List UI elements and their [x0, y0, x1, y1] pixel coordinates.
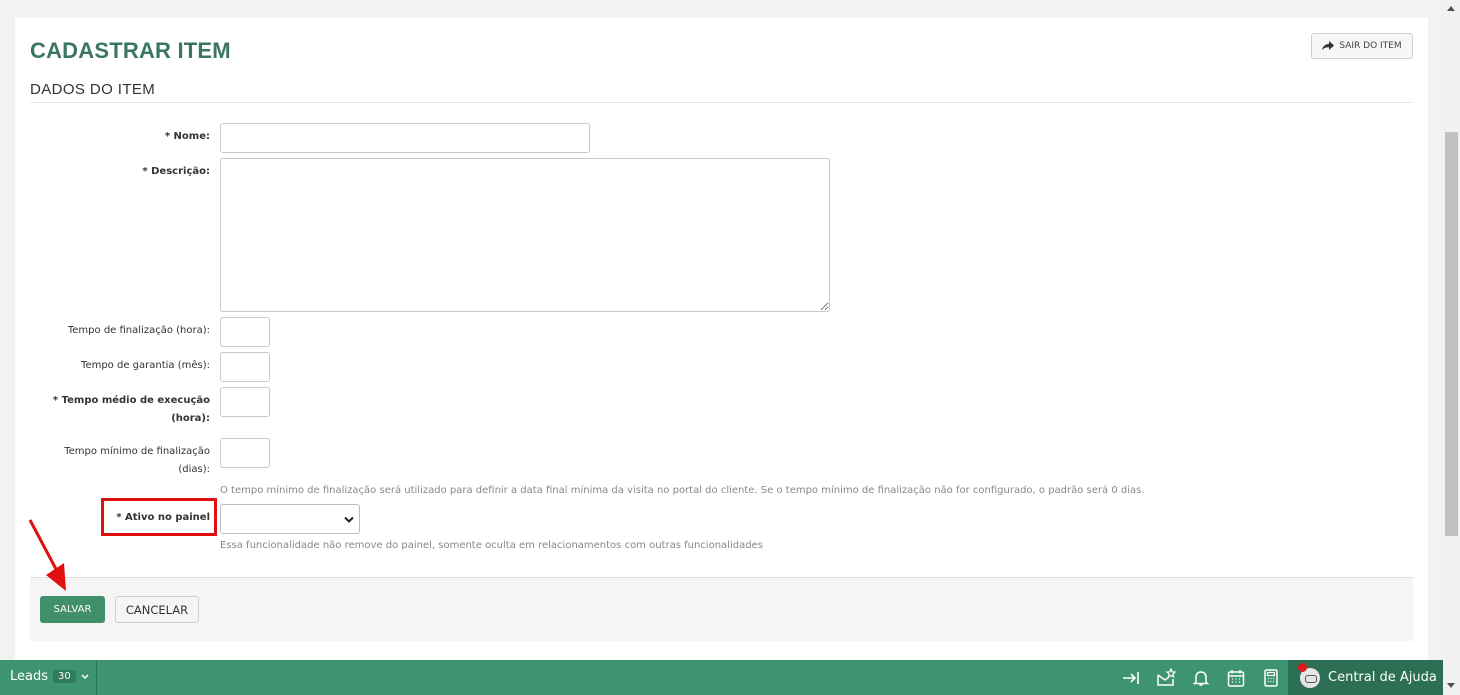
tempo-minimo-help: O tempo mínimo de finalização será utili… [220, 485, 1145, 496]
calculator-icon[interactable] [1261, 668, 1281, 688]
envelope-star-icon[interactable] [1156, 667, 1177, 688]
calendar-icon[interactable] [1226, 668, 1246, 688]
bell-icon[interactable] [1191, 668, 1211, 688]
tempo-minimo-label: Tempo mínimo de finalização [64, 446, 210, 457]
ativo-select[interactable] [220, 504, 360, 534]
bottom-bar-divider [96, 660, 97, 695]
tempo-garantia-label: Tempo de garantia (mês): [81, 360, 210, 371]
save-button[interactable]: SALVAR [40, 596, 105, 623]
red-arrow-annotation [28, 519, 66, 591]
leads-dropdown[interactable]: Leads 30 [10, 669, 89, 684]
nome-label: * Nome: [164, 131, 210, 142]
leads-count-badge: 30 [53, 670, 76, 683]
help-center-button[interactable]: Central de Ajuda [1288, 660, 1443, 695]
vertical-scrollbar[interactable] [1443, 0, 1460, 695]
cancel-button[interactable]: CANCELAR [115, 596, 199, 623]
tempo-garantia-input[interactable] [220, 352, 270, 382]
help-center-label: Central de Ajuda [1328, 670, 1437, 685]
highlight-box [101, 498, 217, 536]
tempo-medio-label: * Tempo médio de execução [52, 395, 210, 406]
scroll-thumb[interactable] [1445, 132, 1458, 536]
form-footer: SALVAR CANCELAR [30, 577, 1413, 641]
leads-label: Leads [10, 669, 49, 684]
tempo-finalizacao-label: Tempo de finalização (hora): [67, 325, 210, 336]
tempo-medio-label-unit: (hora): [171, 413, 210, 424]
chevron-down-icon [81, 673, 89, 679]
tempo-medio-input[interactable] [220, 387, 270, 417]
notification-dot [1298, 663, 1307, 672]
exit-item-label: SAIR DO ITEM [1339, 41, 1402, 51]
bottom-bar: Leads 30 Central de Ajuda [0, 660, 1443, 695]
share-arrow-icon [1322, 41, 1335, 51]
tempo-finalizacao-input[interactable] [220, 317, 270, 347]
section-divider [30, 102, 1413, 103]
scroll-up-icon[interactable] [1447, 6, 1455, 11]
scroll-down-icon[interactable] [1447, 683, 1455, 688]
chevron-down-icon [344, 516, 354, 523]
arrow-to-right-icon[interactable] [1121, 668, 1141, 688]
nome-input[interactable] [220, 123, 590, 153]
descricao-label: * Descrição: [142, 166, 210, 177]
descricao-textarea[interactable] [220, 158, 830, 312]
tempo-minimo-input[interactable] [220, 438, 270, 468]
page-title: CADASTRAR ITEM [30, 38, 231, 63]
form-card: CADASTRAR ITEM SAIR DO ITEM DADOS DO ITE… [15, 18, 1428, 660]
exit-item-button[interactable]: SAIR DO ITEM [1311, 33, 1413, 59]
ativo-help: Essa funcionalidade não remove do painel… [220, 540, 763, 551]
section-title: DADOS DO ITEM [30, 81, 156, 98]
tempo-minimo-label-unit: (dias): [178, 464, 210, 475]
